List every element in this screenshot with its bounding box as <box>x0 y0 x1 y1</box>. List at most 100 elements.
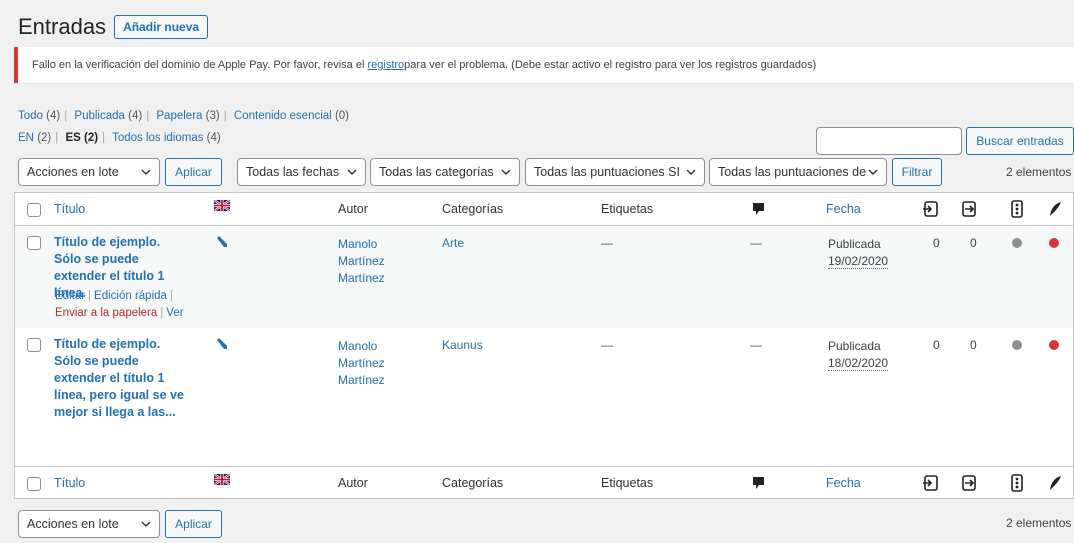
author-link[interactable]: Manolo Martínez Martínez <box>338 236 385 287</box>
bulk-actions-select-bottom[interactable]: Acciones en lote <box>18 510 160 538</box>
links-out-count: 0 <box>933 236 940 250</box>
row-checkbox[interactable] <box>27 236 41 250</box>
readability-score-dot <box>1049 340 1059 350</box>
date-filter-select[interactable]: Todas las fechas <box>237 158 366 186</box>
apply-button[interactable]: Aplicar <box>165 158 222 186</box>
seo-score-filter-value: Todas las puntuaciones SI <box>534 165 680 179</box>
author-link[interactable]: Manolo Martínez Martínez <box>338 338 385 389</box>
column-date[interactable]: Fecha <box>826 202 861 216</box>
bulk-actions-select[interactable]: Acciones en lote <box>18 158 160 186</box>
seo-score-dot <box>1012 340 1022 350</box>
links-in-count: 0 <box>970 338 977 352</box>
add-new-button[interactable]: Añadir nueva <box>114 15 209 39</box>
column-tags: Etiquetas <box>601 476 654 490</box>
lang-es-count: (2) <box>84 132 99 144</box>
column-title[interactable]: Título <box>54 476 85 490</box>
filter-button[interactable]: Filtrar <box>892 158 942 186</box>
seo-score-filter-select[interactable]: Todas las puntuaciones SI <box>525 158 705 186</box>
links-out-count: 0 <box>933 338 940 352</box>
items-count: 2 elementos <box>1006 165 1072 179</box>
incoming-links-icon <box>962 475 976 491</box>
view-link[interactable]: Ver <box>166 307 183 319</box>
readability-score-filter-select[interactable]: Todas las puntuaciones de <box>709 158 887 186</box>
incoming-links-icon <box>962 201 976 217</box>
status-views: Todo (4) | Publicada (4) | Papelera (3) | C… <box>18 110 349 122</box>
readability-score-filter-value: Todas las puntuaciones de <box>718 165 867 179</box>
search-button[interactable]: Buscar entradas <box>966 127 1074 155</box>
comments-value: — <box>750 338 762 352</box>
chevron-down-icon <box>501 169 511 175</box>
items-count-bottom: 2 elementos <box>1006 516 1072 530</box>
uk-flag-icon <box>214 474 230 485</box>
notice-text-after: para ver el problema. (Debe estar activo… <box>404 59 817 71</box>
table-header: Título Autor Categorías Etiquetas Fecha <box>15 193 1073 226</box>
lang-all[interactable]: Todos los idiomas <box>112 132 203 144</box>
page-title: Entradas <box>18 14 107 39</box>
posts-table: Título Autor Categorías Etiquetas Fecha … <box>14 192 1074 499</box>
apply-button-bottom[interactable]: Aplicar <box>165 510 222 538</box>
outgoing-links-icon <box>923 475 938 491</box>
author-line: Martínez <box>338 254 385 268</box>
readability-feather-icon <box>1050 476 1061 490</box>
lang-es[interactable]: ES <box>65 132 80 144</box>
lang-en[interactable]: EN <box>18 132 34 144</box>
view-all[interactable]: Todo <box>18 110 43 122</box>
table-footer: Título Autor Categorías Etiquetas Fecha <box>15 466 1073 499</box>
author-line: Manolo <box>338 339 378 353</box>
bulk-actions-value: Acciones en lote <box>27 517 119 531</box>
column-author: Autor <box>338 476 368 490</box>
table-row: Título de ejemplo. Sólo se puede extende… <box>15 226 1073 328</box>
trash-link[interactable]: Enviar a la papelera <box>55 307 157 319</box>
author-line: Martínez <box>338 271 385 285</box>
category-filter-value: Todas las categorías <box>379 165 494 179</box>
row-checkbox[interactable] <box>27 338 41 352</box>
post-title-link[interactable]: Título de ejemplo. Sólo se puede extende… <box>54 336 189 421</box>
status-label: Publicada <box>828 237 881 251</box>
column-date[interactable]: Fecha <box>826 476 861 490</box>
pencil-icon[interactable] <box>216 338 228 350</box>
comment-bubble-icon[interactable] <box>752 476 765 490</box>
notice-log-link[interactable]: registro <box>367 59 404 71</box>
row-actions-2: Enviar a la papelera | Ver <box>55 307 184 319</box>
seo-score-icon <box>1011 474 1023 492</box>
chevron-down-icon <box>141 169 151 175</box>
seo-score-icon <box>1011 200 1023 218</box>
post-date: 19/02/2020 <box>828 254 889 269</box>
quick-edit-link[interactable]: Edición rápida <box>94 290 167 302</box>
column-tags: Etiquetas <box>601 202 654 216</box>
column-author: Autor <box>338 202 368 216</box>
search-input[interactable] <box>816 127 962 155</box>
links-in-count: 0 <box>970 236 977 250</box>
outgoing-links-icon <box>923 201 938 217</box>
tags-value: — <box>601 338 613 352</box>
date-filter-value: Todas las fechas <box>246 165 340 179</box>
post-status: Publicada 18/02/2020 <box>828 338 889 372</box>
pencil-icon[interactable] <box>216 236 228 248</box>
readability-feather-icon <box>1050 202 1061 216</box>
readability-score-dot <box>1049 238 1059 248</box>
author-line: Martínez <box>338 373 385 387</box>
table-row: Título de ejemplo. Sólo se puede extende… <box>15 328 1073 466</box>
post-status: Publicada 19/02/2020 <box>828 236 889 270</box>
author-line: Manolo <box>338 237 378 251</box>
category-link[interactable]: Arte <box>442 236 464 250</box>
view-trash[interactable]: Papelera <box>156 110 202 122</box>
lang-all-count: (4) <box>206 132 221 144</box>
category-link[interactable]: Kaunus <box>442 338 483 352</box>
seo-score-dot <box>1012 238 1022 248</box>
view-published[interactable]: Publicada <box>74 110 125 122</box>
chevron-down-icon <box>141 521 151 527</box>
category-filter-select[interactable]: Todas las categorías <box>370 158 520 186</box>
comment-bubble-icon[interactable] <box>752 202 765 216</box>
author-line: Martínez <box>338 356 385 370</box>
column-title[interactable]: Título <box>54 202 85 216</box>
select-all-checkbox[interactable] <box>27 477 41 491</box>
view-cornerstone[interactable]: Contenido esencial <box>234 110 332 122</box>
edit-link[interactable]: Editar <box>55 290 85 302</box>
error-notice: Fallo en la verificación del dominio de … <box>14 47 1074 83</box>
page-header: Entradas Añadir nueva <box>18 14 209 40</box>
row-actions: Editar | Edición rápida | <box>55 290 173 302</box>
select-all-checkbox[interactable] <box>27 203 41 217</box>
chevron-down-icon <box>868 169 878 175</box>
language-views: EN (2) | ES (2) | Todos los idiomas (4) <box>18 132 221 144</box>
